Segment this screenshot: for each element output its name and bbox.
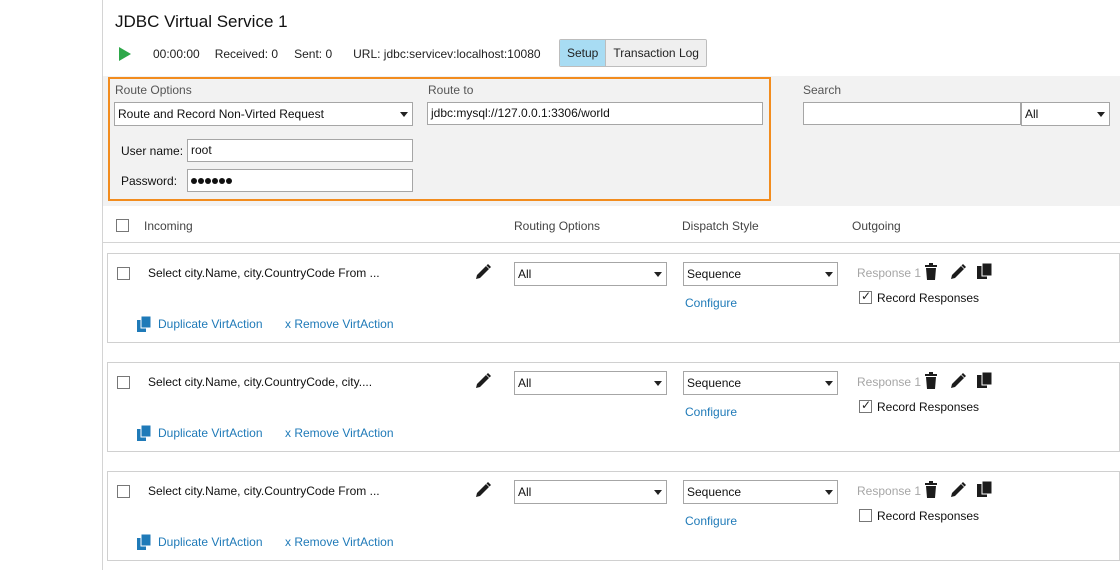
chevron-down-icon	[654, 381, 662, 386]
view-tabs: Setup Transaction Log	[559, 39, 707, 67]
route-to-label: Route to	[428, 83, 474, 97]
edit-response-icon[interactable]	[949, 481, 967, 499]
remove-virtaction-button[interactable]: x Remove VirtAction	[285, 317, 394, 331]
duplicate-virtaction-button[interactable]: Duplicate VirtAction	[136, 533, 263, 551]
username-input[interactable]: root	[187, 139, 413, 162]
route-options-select[interactable]: Route and Record Non-Virted Request	[114, 102, 413, 126]
row-checkbox[interactable]	[117, 485, 130, 498]
configure-link[interactable]: Configure	[685, 296, 737, 310]
duplicate-icon	[137, 424, 152, 441]
row-checkbox[interactable]	[117, 376, 130, 389]
column-routing-options: Routing Options	[514, 219, 601, 233]
routing-options-select[interactable]: All	[514, 262, 667, 286]
response-label[interactable]: Response 1	[857, 375, 921, 389]
edit-response-icon[interactable]	[949, 372, 967, 390]
chevron-down-icon	[825, 272, 833, 277]
chevron-down-icon	[1097, 112, 1105, 117]
record-responses-checkbox[interactable]	[859, 398, 872, 413]
dispatch-style-value: Sequence	[687, 267, 742, 281]
chevron-down-icon	[825, 381, 833, 386]
search-label: Search	[803, 83, 842, 97]
incoming-query: Select city.Name, city.CountryCode From …	[148, 484, 380, 498]
password-input[interactable]	[187, 169, 413, 192]
routing-option-value: All	[518, 485, 532, 499]
virtaction-row: Select city.Name, city.CountryCode From …	[107, 471, 1120, 561]
incoming-query: Select city.Name, city.CountryCode From …	[148, 266, 380, 280]
duplicate-icon	[137, 315, 152, 332]
search-input[interactable]	[803, 102, 1021, 125]
route-options-label: Route Options	[115, 83, 192, 97]
tab-transaction-log[interactable]: Transaction Log	[606, 40, 706, 66]
response-label[interactable]: Response 1	[857, 484, 921, 498]
header-divider	[103, 242, 1120, 243]
chevron-down-icon	[825, 490, 833, 495]
virtaction-row: Select city.Name, city.CountryCode From …	[107, 253, 1120, 343]
column-incoming: Incoming	[144, 219, 193, 233]
routing-options-select[interactable]: All	[514, 371, 667, 395]
configure-link[interactable]: Configure	[685, 405, 737, 419]
copy-icon[interactable]	[976, 371, 993, 389]
select-all-checkbox[interactable]	[116, 219, 129, 232]
remove-virtaction-button[interactable]: x Remove VirtAction	[285, 535, 394, 549]
edit-icon[interactable]	[474, 481, 492, 499]
sent-count: Sent: 0	[294, 47, 333, 61]
duplicate-virtaction-label: Duplicate VirtAction	[158, 535, 263, 549]
record-responses-label: Record Responses	[877, 291, 980, 305]
search-filter-select[interactable]: All	[1021, 102, 1110, 126]
response-label[interactable]: Response 1	[857, 266, 921, 280]
elapsed-time: 00:00:00	[153, 47, 200, 61]
username-label: User name:	[121, 144, 184, 158]
service-url: URL: jdbc:servicev:localhost:10080	[353, 47, 541, 61]
column-outgoing: Outgoing	[852, 219, 901, 233]
trash-icon[interactable]	[924, 481, 938, 498]
route-to-input[interactable]: jdbc:mysql://127.0.0.1:3306/world	[427, 102, 763, 125]
record-responses-label: Record Responses	[877, 509, 980, 523]
record-responses-checkbox[interactable]	[859, 289, 872, 304]
virtaction-row: Select city.Name, city.CountryCode, city…	[107, 362, 1120, 452]
chevron-down-icon	[654, 272, 662, 277]
record-responses-checkbox[interactable]	[859, 509, 872, 522]
copy-icon[interactable]	[976, 262, 993, 280]
routing-option-value: All	[518, 376, 532, 390]
routing-option-value: All	[518, 267, 532, 281]
received-count: Received: 0	[214, 47, 279, 61]
chevron-down-icon	[400, 112, 408, 117]
duplicate-virtaction-button[interactable]: Duplicate VirtAction	[136, 424, 263, 442]
configure-link[interactable]: Configure	[685, 514, 737, 528]
row-checkbox[interactable]	[117, 267, 130, 280]
password-label: Password:	[121, 174, 178, 188]
page-title: JDBC Virtual Service 1	[115, 12, 288, 31]
status-toolbar: 00:00:00 Received: 0 Sent: 0 URL: jdbc:s…	[115, 44, 541, 64]
column-dispatch-style: Dispatch Style	[682, 219, 759, 233]
search-filter-value: All	[1025, 107, 1039, 121]
trash-icon[interactable]	[924, 263, 938, 280]
copy-icon[interactable]	[976, 480, 993, 498]
dispatch-style-select[interactable]: Sequence	[683, 480, 838, 504]
tab-setup[interactable]: Setup	[560, 40, 607, 66]
play-icon[interactable]	[119, 47, 131, 61]
main-panel: JDBC Virtual Service 1 00:00:00 Received…	[103, 0, 1120, 570]
edit-icon[interactable]	[474, 372, 492, 390]
route-options-value: Route and Record Non-Virted Request	[118, 107, 324, 121]
dispatch-style-value: Sequence	[687, 376, 742, 390]
incoming-query: Select city.Name, city.CountryCode, city…	[148, 375, 373, 389]
dispatch-style-value: Sequence	[687, 485, 742, 499]
trash-icon[interactable]	[924, 372, 938, 389]
duplicate-virtaction-label: Duplicate VirtAction	[158, 426, 263, 440]
dispatch-style-select[interactable]: Sequence	[683, 262, 838, 286]
remove-virtaction-button[interactable]: x Remove VirtAction	[285, 426, 394, 440]
edit-icon[interactable]	[474, 263, 492, 281]
duplicate-virtaction-button[interactable]: Duplicate VirtAction	[136, 315, 263, 333]
routing-options-select[interactable]: All	[514, 480, 667, 504]
duplicate-icon	[137, 533, 152, 550]
record-responses-label: Record Responses	[877, 400, 980, 414]
dispatch-style-select[interactable]: Sequence	[683, 371, 838, 395]
edit-response-icon[interactable]	[949, 263, 967, 281]
duplicate-virtaction-label: Duplicate VirtAction	[158, 317, 263, 331]
chevron-down-icon	[654, 490, 662, 495]
